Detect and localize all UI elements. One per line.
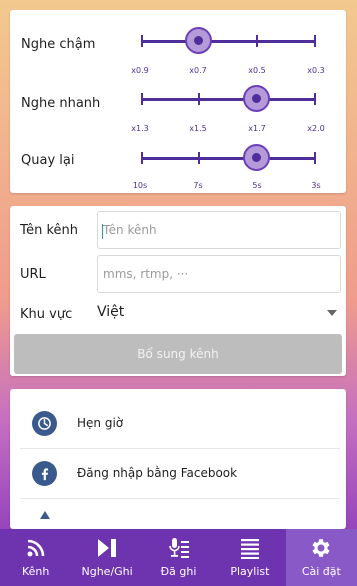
- slow-speed-label: Nghe chậm: [21, 37, 96, 52]
- chevron-down-icon: [327, 310, 337, 316]
- region-value: Việt: [97, 304, 125, 320]
- tab-playlist[interactable]: Playlist: [214, 529, 285, 586]
- tick-label: 10s: [132, 181, 148, 190]
- tick-label: 3s: [311, 181, 321, 190]
- tab-label: Đã ghi: [160, 565, 197, 578]
- url-label: URL: [20, 267, 46, 282]
- tick-label: 5s: [252, 181, 262, 190]
- slow-speed-slider[interactable]: [141, 27, 316, 54]
- add-channel-button[interactable]: Bổ sung kênh: [14, 334, 342, 374]
- slow-speed-row: Nghe chậm x0.9 x0.7 x0.5 x0.3: [10, 10, 346, 75]
- slow-speed-knob[interactable]: [185, 27, 212, 54]
- broadcast-icon: [27, 539, 45, 557]
- fast-speed-knob[interactable]: [243, 85, 270, 112]
- rewind-label: Quay lại: [21, 153, 75, 168]
- settings-menu-card: Hẹn giờ Đăng nhập bằng Facebook: [10, 389, 346, 529]
- channel-name-label: Tên kênh: [20, 223, 79, 238]
- tab-label: Nghe/Ghi: [81, 565, 133, 578]
- rewind-slider[interactable]: [141, 144, 316, 171]
- mic-list-icon: [168, 538, 189, 558]
- facebook-icon: [32, 461, 57, 486]
- menu-item-label: Đăng nhập bằng Facebook: [77, 466, 238, 480]
- slider-tick[interactable]: [141, 35, 143, 47]
- channel-name-input[interactable]: [98, 212, 340, 248]
- gear-icon: [312, 539, 330, 557]
- bottom-navigation: Kênh Nghe/Ghi Đã ghi Playlist Cài đặt: [0, 529, 357, 586]
- slider-tick[interactable]: [314, 93, 316, 105]
- tab-settings[interactable]: Cài đặt: [285, 529, 357, 586]
- url-field[interactable]: [97, 255, 341, 293]
- menu-item-partial[interactable]: [20, 499, 340, 529]
- tab-label: Kênh: [22, 565, 50, 578]
- slider-tick[interactable]: [256, 35, 258, 47]
- rewind-row: Quay lại 10s 7s 5s 3s: [10, 127, 346, 190]
- channel-name-field[interactable]: [97, 211, 341, 249]
- tab-recorded[interactable]: Đã ghi: [143, 529, 214, 586]
- fast-speed-row: Nghe nhanh x1.3 x1.5 x1.7 x2.0: [10, 68, 346, 133]
- tab-channels[interactable]: Kênh: [0, 529, 71, 586]
- text-cursor: [102, 224, 103, 239]
- slider-tick[interactable]: [314, 152, 316, 164]
- clock-icon: [32, 411, 57, 436]
- tab-label: Cài đặt: [301, 565, 341, 578]
- tick-label: 7s: [193, 181, 203, 190]
- slider-tick[interactable]: [314, 35, 316, 47]
- add-channel-card: Tên kênh URL Khu vực Việt Bổ sung kênh: [10, 206, 346, 376]
- region-label: Khu vực: [20, 307, 73, 322]
- tab-listen-record[interactable]: Nghe/Ghi: [71, 529, 142, 586]
- list-icon: [240, 539, 259, 559]
- slider-tick[interactable]: [198, 93, 200, 105]
- slider-tick[interactable]: [141, 152, 143, 164]
- rewind-knob[interactable]: [243, 144, 270, 171]
- menu-item-timer[interactable]: Hẹn giờ: [20, 399, 340, 449]
- fast-speed-slider[interactable]: [141, 85, 316, 112]
- play-pause-icon: [98, 539, 117, 557]
- menu-item-label: Hẹn giờ: [77, 416, 124, 430]
- fast-speed-label: Nghe nhanh: [21, 96, 101, 111]
- tab-label: Playlist: [230, 565, 270, 578]
- speed-settings-card: Nghe chậm x0.9 x0.7 x0.5 x0.3 Nghe nhanh…: [10, 10, 346, 193]
- slider-tick[interactable]: [198, 152, 200, 164]
- menu-item-facebook-login[interactable]: Đăng nhập bằng Facebook: [20, 449, 340, 499]
- triangle-icon: [40, 511, 50, 519]
- slider-tick[interactable]: [141, 93, 143, 105]
- region-select[interactable]: Việt: [97, 302, 341, 326]
- url-input[interactable]: [98, 256, 340, 292]
